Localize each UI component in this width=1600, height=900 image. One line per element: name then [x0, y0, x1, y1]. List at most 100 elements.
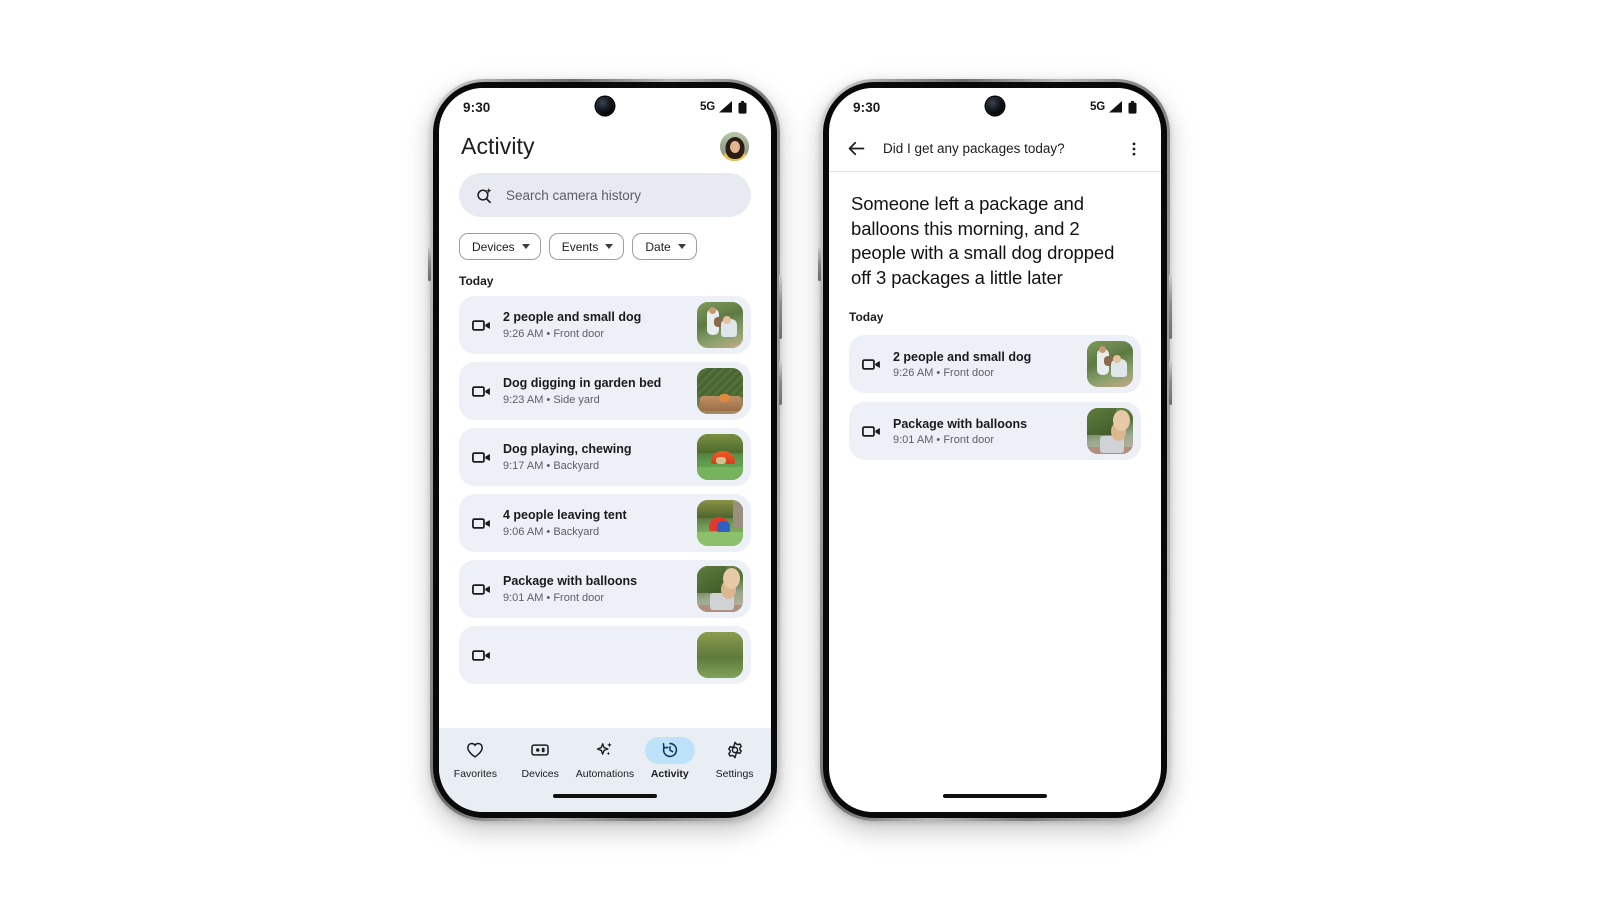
section-label-today: Today	[849, 310, 884, 325]
chip-label: Events	[561, 239, 599, 254]
event-title: Package with balloons	[503, 574, 638, 589]
nav-label: Settings	[715, 767, 754, 780]
table-row[interactable]: 2 people and small dog 9:26 AM • Front d…	[849, 335, 1141, 394]
devices-icon	[531, 744, 549, 756]
phone-left: 9:30 5G Activity Search camera history D…	[428, 79, 782, 821]
power-button-right[interactable]	[1169, 361, 1172, 405]
nav-label: Automations	[575, 767, 635, 780]
event-thumbnail[interactable]	[697, 434, 743, 480]
nav-label: Activity	[650, 767, 689, 780]
status-icons: 5G	[700, 100, 747, 114]
app-header: Activity	[439, 126, 771, 173]
video-camera-icon	[472, 451, 490, 463]
nav-pill-active	[644, 736, 695, 764]
volume-button-right[interactable]	[1169, 275, 1172, 339]
video-camera-icon	[472, 649, 490, 661]
table-row[interactable]: 4 people leaving tent 9:06 AM • Backyard	[459, 494, 751, 552]
mute-switch-right[interactable]	[818, 247, 821, 281]
section-label-today: Today	[459, 274, 494, 288]
ai-search-icon	[477, 187, 492, 203]
status-time: 9:30	[853, 99, 881, 115]
power-button-left[interactable]	[779, 361, 782, 405]
bottom-navigation-bar: Favorites Devices Automations Activity S…	[439, 728, 771, 794]
event-meta: 9:01 AM • Front door	[893, 434, 995, 447]
event-thumbnail[interactable]	[1087, 408, 1133, 455]
event-meta: 9:26 AM • Front door	[893, 367, 995, 380]
event-thumbnail[interactable]	[697, 368, 743, 414]
event-thumbnail[interactable]	[1087, 341, 1133, 388]
nav-item-devices[interactable]: Devices	[508, 737, 573, 780]
overflow-menu-button[interactable]	[1121, 136, 1147, 162]
volume-button-left[interactable]	[779, 275, 782, 339]
query-title: Did I get any packages today?	[883, 141, 1065, 156]
nav-item-activity[interactable]: Activity	[637, 736, 702, 780]
screen-left: 9:30 5G Activity Search camera history D…	[439, 88, 771, 812]
mute-switch-left[interactable]	[428, 247, 431, 281]
filter-chip-date[interactable]: Date	[632, 233, 697, 260]
signal-bars-icon	[719, 101, 732, 113]
nav-item-settings[interactable]: Settings	[702, 737, 767, 780]
table-row[interactable]: Package with balloons 9:01 AM • Front do…	[849, 402, 1141, 461]
back-button[interactable]	[843, 136, 869, 162]
network-label: 5G	[1090, 101, 1105, 113]
event-thumbnail[interactable]	[697, 632, 743, 678]
nav-pill	[710, 737, 760, 764]
detail-top-app-bar: Did I get any packages today?	[829, 126, 1161, 172]
page-title: Activity	[461, 133, 535, 159]
nav-label: Favorites	[453, 767, 497, 780]
event-thumbnail[interactable]	[697, 302, 743, 348]
video-camera-icon	[862, 359, 880, 370]
nav-pill	[580, 737, 630, 764]
home-indicator-area-left	[439, 794, 771, 812]
event-meta: 9:06 AM • Backyard	[503, 525, 600, 538]
chevron-down-icon	[677, 244, 686, 249]
event-meta: 9:26 AM • Front door	[503, 327, 605, 340]
event-thumbnail[interactable]	[697, 566, 743, 612]
nav-label: Devices	[521, 767, 559, 780]
battery-full-icon	[1128, 100, 1137, 114]
event-title: Package with balloons	[893, 416, 1028, 431]
empty-space	[849, 469, 1141, 794]
filter-chip-row: Devices Events Date	[439, 233, 771, 260]
table-row[interactable]: Package with balloons 9:01 AM • Front do…	[459, 560, 751, 618]
event-title: 4 people leaving tent	[503, 508, 627, 523]
video-camera-icon	[862, 426, 880, 437]
home-indicator[interactable]	[943, 794, 1047, 798]
filter-chip-events[interactable]: Events	[548, 233, 625, 260]
signal-bars-icon	[1109, 101, 1122, 113]
event-title: Dog playing, chewing	[503, 442, 632, 457]
table-row-partial[interactable]	[459, 626, 751, 684]
chip-label: Date	[645, 239, 671, 254]
video-camera-icon	[472, 385, 490, 397]
filter-chip-devices[interactable]: Devices	[459, 233, 541, 260]
gear-icon	[727, 741, 742, 759]
video-camera-icon	[472, 517, 490, 529]
history-icon	[662, 742, 677, 758]
status-bar-left: 9:30 5G	[439, 88, 771, 126]
activity-event-list[interactable]: 2 people and small dog 9:26 AM • Front d…	[439, 296, 771, 728]
home-indicator[interactable]	[553, 794, 657, 798]
table-row[interactable]: Dog playing, chewing 9:17 AM • Backyard	[459, 428, 751, 486]
user-avatar[interactable]	[720, 132, 749, 161]
search-input-placeholder: Search camera history	[506, 187, 642, 203]
event-thumbnail[interactable]	[697, 500, 743, 546]
chevron-down-icon	[605, 244, 614, 249]
search-camera-history-bar[interactable]: Search camera history	[459, 173, 751, 217]
sparkles-icon	[596, 742, 612, 756]
status-icons: 5G	[1090, 100, 1137, 114]
nav-item-favorites[interactable]: Favorites	[443, 737, 508, 780]
more-vertical-icon	[1132, 142, 1136, 155]
ai-summary-text: Someone left a package and balloons this…	[851, 193, 1115, 288]
event-title: Dog digging in garden bed	[503, 376, 662, 391]
search-result-list[interactable]: Today 2 people and small dog 9:26 AM • F…	[829, 290, 1161, 794]
event-meta: 9:01 AM • Front door	[503, 591, 605, 604]
status-time: 9:30	[463, 99, 491, 115]
chip-label: Devices	[472, 239, 515, 254]
arrow-back-icon	[848, 141, 864, 156]
nav-item-automations[interactable]: Automations	[573, 737, 638, 780]
table-row[interactable]: 2 people and small dog 9:26 AM • Front d…	[459, 296, 751, 354]
heart-icon	[467, 742, 484, 758]
table-row[interactable]: Dog digging in garden bed 9:23 AM • Side…	[459, 362, 751, 420]
chevron-down-icon	[521, 244, 530, 249]
event-meta: 9:23 AM • Side yard	[503, 393, 600, 406]
